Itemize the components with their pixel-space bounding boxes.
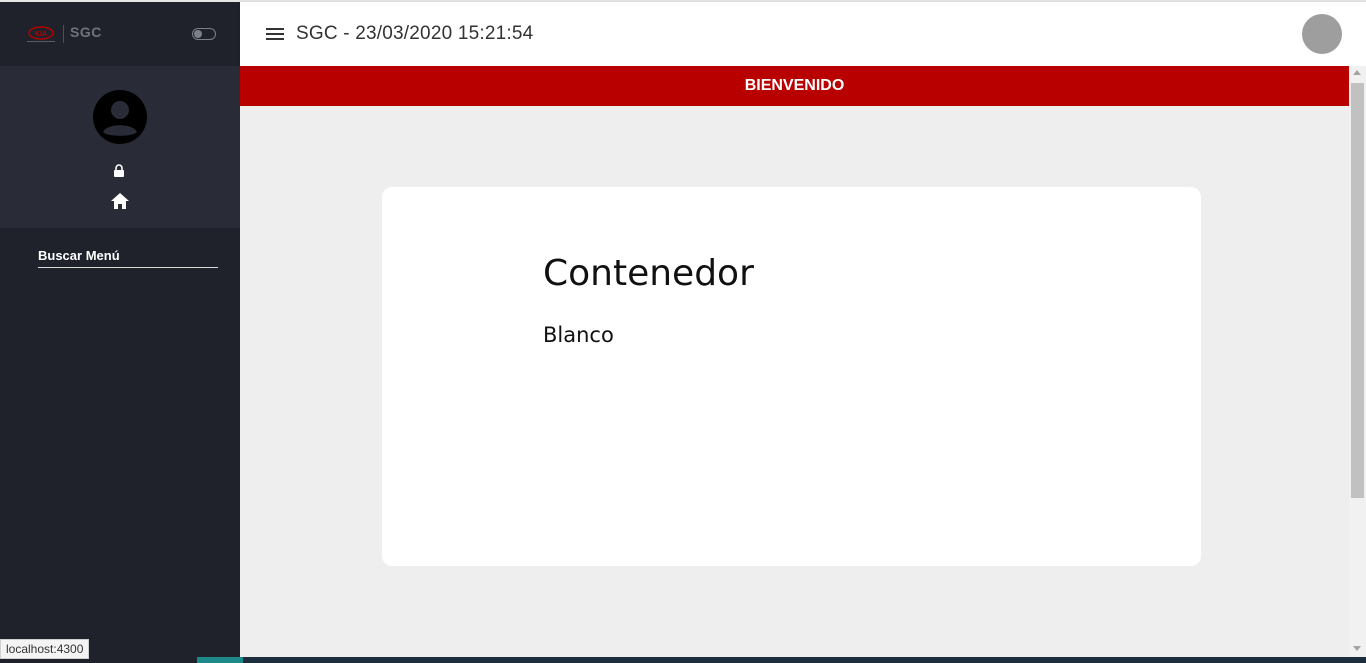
card-title: Contenedor xyxy=(543,253,754,294)
menu-icon[interactable] xyxy=(266,26,286,42)
lock-icon[interactable] xyxy=(113,164,125,178)
welcome-banner-text: BIENVENIDO xyxy=(744,77,845,94)
scroll-up-arrow-icon[interactable] xyxy=(1353,70,1361,75)
sidebar-header: KIA SGC xyxy=(0,2,240,66)
content-card: Contenedor Blanco xyxy=(382,187,1201,566)
toggle-knob xyxy=(194,30,202,38)
sidebar-brand: SGC xyxy=(70,24,102,40)
user-avatar[interactable] xyxy=(1302,14,1342,54)
scroll-down-arrow-icon[interactable] xyxy=(1353,646,1361,651)
page-title: SGC - 23/03/2020 15:21:54 xyxy=(296,23,534,44)
menu-search-field xyxy=(38,244,218,268)
logo-separator xyxy=(63,25,64,43)
status-url-tooltip: localhost:4300 xyxy=(0,639,90,659)
taskbar-edge xyxy=(240,657,1366,663)
card-subtitle: Blanco xyxy=(543,323,614,347)
welcome-banner: BIENVENIDO xyxy=(240,66,1349,106)
svg-text:KIA: KIA xyxy=(35,31,47,38)
menu-search-input[interactable] xyxy=(38,244,218,266)
account-circle-icon xyxy=(93,90,147,144)
vertical-scrollbar[interactable] xyxy=(1349,66,1366,657)
taskbar-active-indicator xyxy=(197,657,243,663)
top-header: SGC - 23/03/2020 15:21:54 xyxy=(240,2,1366,66)
sidebar-profile xyxy=(0,66,240,228)
kia-logo: KIA xyxy=(27,26,55,42)
scroll-thumb[interactable] xyxy=(1351,83,1364,498)
home-icon[interactable] xyxy=(110,192,130,210)
theme-toggle-switch[interactable] xyxy=(192,28,216,40)
sidebar: KIA SGC xyxy=(0,2,240,663)
